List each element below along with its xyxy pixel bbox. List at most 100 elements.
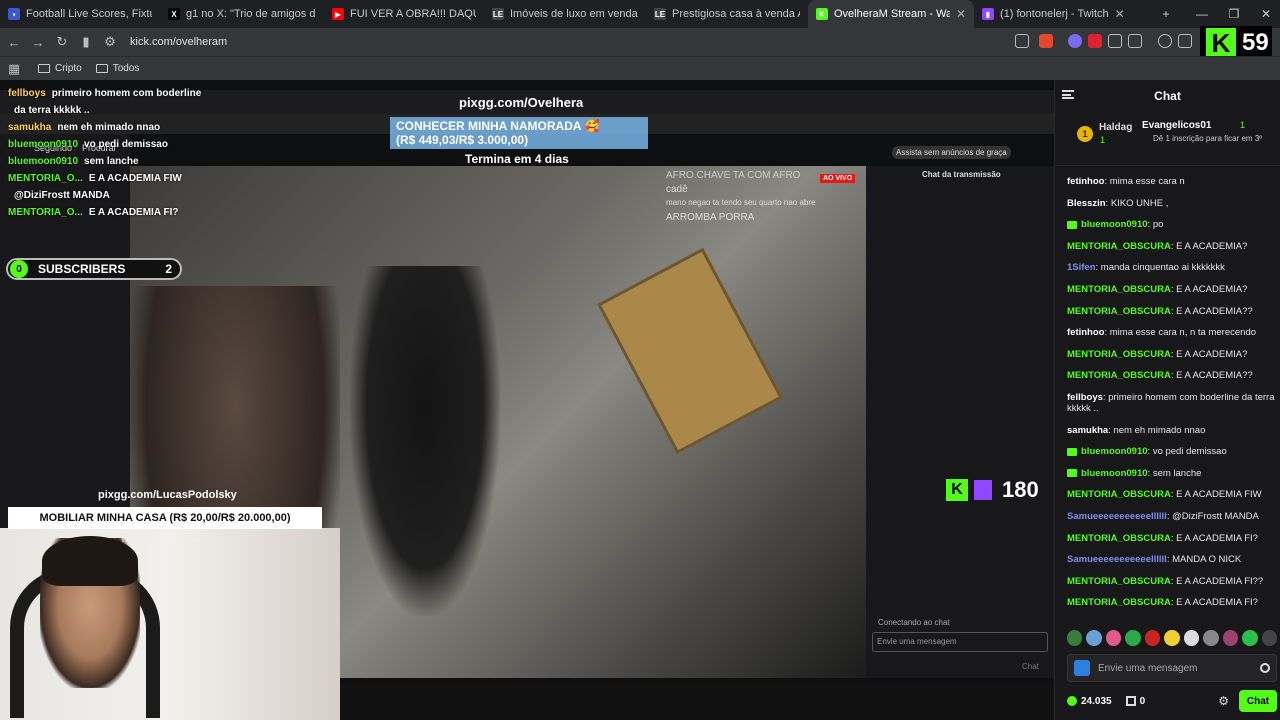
chat-message-text: E A ACADEMIA FI?? bbox=[1176, 575, 1264, 587]
chat-message: bluemoon0910: po bbox=[1067, 219, 1279, 230]
chat-identity-icon[interactable] bbox=[1074, 660, 1090, 676]
chat-username[interactable]: MENTORIA_OBSCURA bbox=[1067, 533, 1171, 544]
chat-title: Chat bbox=[1154, 89, 1181, 103]
emote-icon[interactable] bbox=[1261, 630, 1277, 646]
emote-icon[interactable] bbox=[1125, 630, 1141, 646]
bookmark-folder-cripto[interactable]: Cripto bbox=[38, 63, 82, 74]
extension-icon[interactable] bbox=[1068, 34, 1082, 48]
chat-message-text: po bbox=[1152, 219, 1164, 231]
chat-username[interactable]: Samueeeeeeeeeeellllll bbox=[1067, 511, 1167, 522]
overlay-chat-text: E A ACADEMIA FIW bbox=[88, 173, 182, 184]
overlay-chat-text: @DiziFrostt MANDA bbox=[14, 190, 110, 201]
chat-username[interactable]: Blesszin bbox=[1067, 198, 1106, 209]
new-tab-button[interactable]: + bbox=[1150, 0, 1182, 28]
browser-tab[interactable]: LE Prestigiosa casa à venda Angra dos R bbox=[646, 0, 808, 28]
overlay-chat-text: E A ACADEMIA FI? bbox=[88, 207, 179, 218]
chat-username[interactable]: 1Sifen bbox=[1067, 262, 1096, 273]
browser-tab[interactable]: K OvelheraM Stream - Watch Live ✕ bbox=[808, 0, 974, 28]
overlay-chat-text: sem lanche bbox=[84, 156, 139, 167]
folder-icon bbox=[95, 64, 108, 73]
chat-message: Samueeeeeeeeeeellllll: MANDA O NICK bbox=[1067, 554, 1279, 565]
sidebar-icon[interactable] bbox=[1178, 34, 1192, 48]
puzzle-icon[interactable] bbox=[1108, 34, 1122, 48]
bookmarks-bar: ▦ Cripto Todos bbox=[0, 56, 1280, 80]
webcam-goal-end: Termina em 1 ano bbox=[120, 534, 201, 545]
browser-tab[interactable]: LE Imóveis de luxo em vendas em Brasil bbox=[484, 0, 646, 28]
chat-input[interactable]: Envie uma mensagem bbox=[1067, 654, 1277, 682]
captured-chat-input: Envie uma mensagem bbox=[872, 632, 1048, 652]
emote-icon[interactable] bbox=[1105, 630, 1122, 646]
emote-icon[interactable] bbox=[1203, 630, 1219, 646]
url-field[interactable]: kick.com/ovelheram bbox=[130, 36, 227, 48]
chat-username[interactable]: fellboys bbox=[1067, 392, 1103, 403]
wall-painting bbox=[597, 247, 783, 455]
tab-favicon-icon: LE bbox=[492, 8, 504, 20]
emote-icon[interactable] bbox=[1086, 630, 1102, 646]
chat-username[interactable]: MENTORIA_OBSCURA bbox=[1067, 489, 1171, 500]
reload-icon[interactable]: ↻ bbox=[52, 32, 72, 52]
browser-tab[interactable]: ▪ Football Live Scores, Fixtures & Odds bbox=[0, 0, 160, 28]
emote-icon[interactable] bbox=[1183, 630, 1200, 646]
minimize-button[interactable]: — bbox=[1186, 0, 1218, 28]
apps-grid-icon[interactable]: ▦ bbox=[4, 59, 24, 79]
back-icon[interactable]: ← bbox=[4, 32, 24, 52]
chat-username[interactable]: MENTORIA_OBSCURA bbox=[1067, 597, 1171, 608]
chat-username[interactable]: MENTORIA_OBSCURA bbox=[1067, 241, 1171, 252]
chat-panel: Chat 1 Haldag 1 Evangelicos01 1 Dê 1 ins… bbox=[1054, 80, 1280, 720]
emote-icon[interactable] bbox=[1067, 630, 1083, 646]
share-icon[interactable] bbox=[1015, 34, 1029, 48]
leaderboard-gifter[interactable]: Evangelicos01 bbox=[1142, 120, 1211, 131]
stream-video[interactable]: AFRO.CHAVE TA COM AFRO cadê mano negao t… bbox=[0, 80, 1054, 720]
chat-message: 1Sifen: manda cinquentao ai kkkkkkk bbox=[1067, 262, 1279, 273]
gift-icon[interactable] bbox=[1125, 696, 1136, 706]
chat-username[interactable]: bluemoon0910 bbox=[1081, 446, 1148, 457]
chat-message-text: MANDA O NICK bbox=[1172, 554, 1242, 566]
overlay-chat-user: MENTORIA_O... bbox=[8, 207, 83, 218]
forward-icon[interactable]: → bbox=[28, 32, 48, 52]
emote-icon[interactable] bbox=[1144, 630, 1161, 646]
coin-balance: 24.035 bbox=[1081, 695, 1112, 707]
chat-username[interactable]: MENTORIA_OBSCURA bbox=[1067, 349, 1171, 360]
overlay-chat: fellboys primeiro homem com boderline da t… bbox=[8, 88, 248, 224]
chat-username[interactable]: MENTORIA_OBSCURA bbox=[1067, 370, 1171, 381]
chat-username[interactable]: fetinhoo bbox=[1067, 327, 1104, 338]
webcam-feed bbox=[0, 528, 340, 720]
chat-username[interactable]: bluemoon0910 bbox=[1081, 468, 1148, 479]
chat-message-text: KIKO UNHE , bbox=[1110, 197, 1169, 209]
brave-shield-icon[interactable] bbox=[1039, 34, 1053, 48]
emote-icon[interactable] bbox=[1164, 630, 1180, 646]
maximize-button[interactable]: ❐ bbox=[1218, 0, 1250, 28]
tab-favicon-icon: ▮ bbox=[982, 8, 994, 20]
overlay-chat-user: samukha bbox=[8, 122, 52, 133]
leaderboard-user[interactable]: Haldag bbox=[1099, 122, 1132, 133]
send-chat-button[interactable]: Chat bbox=[1239, 690, 1277, 712]
extension-icon[interactable] bbox=[1088, 34, 1102, 48]
collapse-chat-icon[interactable] bbox=[1062, 90, 1074, 99]
close-tab-icon[interactable]: ✕ bbox=[956, 7, 966, 21]
chat-username[interactable]: MENTORIA_OBSCURA bbox=[1067, 306, 1171, 317]
chat-username[interactable]: samukha bbox=[1067, 425, 1108, 436]
chat-input-placeholder: Envie uma mensagem bbox=[1098, 662, 1198, 674]
chat-username[interactable]: Samueeeeeeeeeeellllll bbox=[1067, 554, 1167, 565]
close-tab-icon[interactable]: ✕ bbox=[1115, 7, 1125, 21]
media-icon[interactable] bbox=[1158, 34, 1172, 48]
tab-search-icon[interactable] bbox=[1128, 34, 1142, 48]
browser-tab[interactable]: ▮ (1) fontonelerj - Twitch ✕ bbox=[974, 0, 1138, 28]
browser-tab[interactable]: Xg1 no X: "Trio de amigos do interior bbox=[160, 0, 324, 28]
chat-username[interactable]: MENTORIA_OBSCURA bbox=[1067, 576, 1171, 587]
browser-tabbar: ▪ Football Live Scores, Fixtures & Odds Xg… bbox=[0, 0, 1280, 28]
chat-username[interactable]: fetinhoo bbox=[1067, 176, 1104, 187]
captured-chat-line: cadê bbox=[666, 184, 688, 195]
chat-username[interactable]: MENTORIA_OBSCURA bbox=[1067, 284, 1171, 295]
site-settings-icon[interactable]: ⚙ bbox=[100, 32, 120, 52]
close-window-button[interactable]: ✕ bbox=[1250, 0, 1280, 28]
chat-username[interactable]: bluemoon0910 bbox=[1081, 219, 1148, 230]
browser-tab[interactable]: ▶ FUI VER A OBRA!!! DAQUI 1 ANO VOU bbox=[324, 0, 484, 28]
emote-icon[interactable] bbox=[1222, 630, 1239, 646]
bookmark-icon[interactable]: ▮ bbox=[76, 32, 96, 52]
bookmark-folder-todos[interactable]: Todos bbox=[95, 63, 139, 74]
emote-icon[interactable] bbox=[1242, 630, 1258, 646]
chat-settings-icon[interactable]: ⚙ bbox=[1218, 694, 1229, 708]
overlay-chat-line: samukha nem eh mimado nnao bbox=[8, 122, 248, 139]
emoji-icon[interactable] bbox=[1260, 663, 1270, 673]
